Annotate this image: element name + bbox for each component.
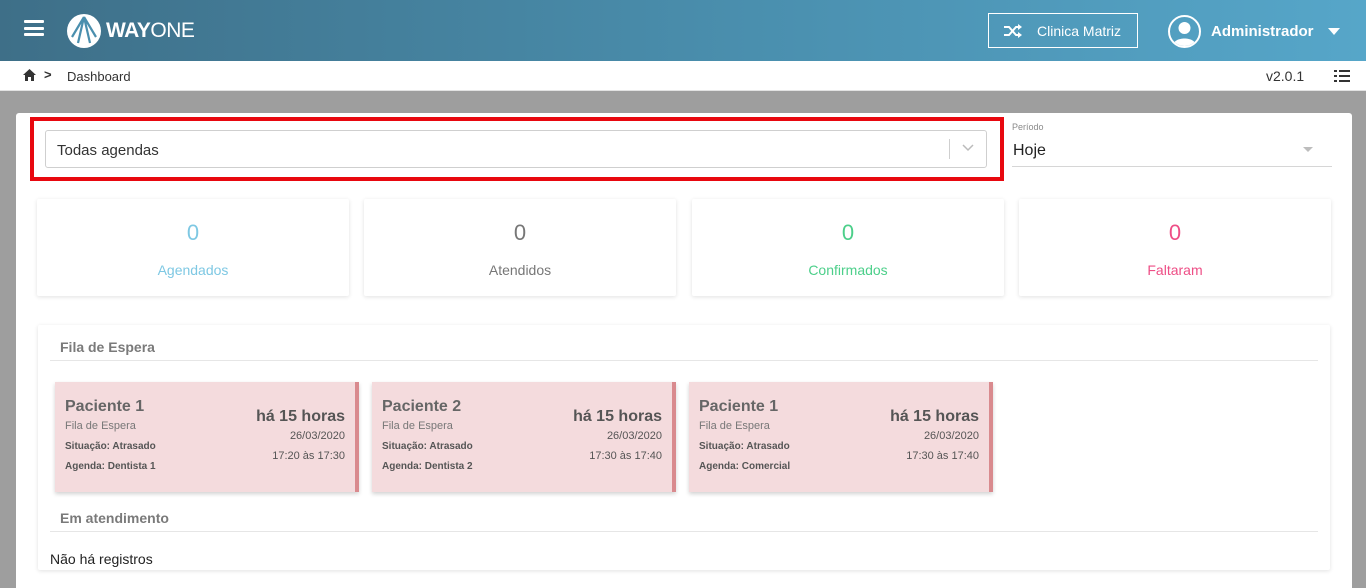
user-icon bbox=[1173, 21, 1196, 46]
stat-card-agendados[interactable]: 0 Agendados bbox=[37, 199, 349, 296]
card-status: Fila de Espera bbox=[699, 420, 770, 432]
top-bar: WAYONE Clinica Matriz Administrador bbox=[0, 0, 1366, 61]
card-date: 26/03/2020 bbox=[606, 430, 662, 442]
card-situacao: Situação: Atrasado bbox=[382, 441, 473, 452]
breadcrumb-current: Dashboard bbox=[67, 69, 131, 84]
chevron-down-icon[interactable] bbox=[1327, 27, 1340, 35]
patient-name: Paciente 1 bbox=[65, 398, 145, 415]
agenda-select-value: Todas agendas bbox=[57, 142, 159, 159]
card-elapsed: há 15 horas bbox=[256, 408, 345, 425]
stat-label: Confirmados bbox=[808, 262, 888, 278]
card-date: 26/03/2020 bbox=[289, 430, 345, 442]
periodo-select[interactable]: Período Hoje bbox=[1012, 122, 1332, 167]
breadcrumb-separator: > bbox=[44, 67, 52, 82]
list-icon[interactable] bbox=[1334, 70, 1350, 82]
queue-card[interactable]: Paciente 1 Fila de Espera Situação: Atra… bbox=[55, 382, 359, 492]
periodo-value: Hoje bbox=[1013, 142, 1046, 159]
in-service-title: Em atendimento bbox=[60, 510, 169, 526]
divider bbox=[50, 531, 1318, 532]
periodo-label: Período bbox=[1012, 122, 1044, 132]
card-time: 17:20 às 17:30 bbox=[272, 450, 345, 462]
stat-card-faltaram[interactable]: 0 Faltaram bbox=[1019, 199, 1331, 296]
stat-label: Faltaram bbox=[1147, 262, 1203, 278]
card-date: 26/03/2020 bbox=[923, 430, 979, 442]
stat-card-atendidos[interactable]: 0 Atendidos bbox=[364, 199, 676, 296]
stat-value: 0 bbox=[841, 220, 855, 245]
clinic-button-label: Clinica Matriz bbox=[1037, 22, 1122, 39]
clinic-switch-button[interactable]: Clinica Matriz bbox=[988, 13, 1138, 48]
patient-name: Paciente 1 bbox=[699, 398, 779, 415]
card-agenda: Agenda: Comercial bbox=[699, 461, 791, 472]
divider bbox=[50, 360, 1318, 361]
agenda-select[interactable]: Todas agendas bbox=[45, 130, 987, 168]
card-time: 17:30 às 17:40 bbox=[589, 450, 662, 462]
logo-text: WAYONE bbox=[106, 19, 195, 42]
queue-card[interactable]: Paciente 2 Fila de Espera Situação: Atra… bbox=[372, 382, 676, 492]
stat-value: 0 bbox=[1168, 220, 1182, 245]
queue-title: Fila de Espera bbox=[60, 339, 155, 355]
stat-value: 0 bbox=[186, 220, 200, 245]
card-situacao: Situação: Atrasado bbox=[65, 441, 156, 452]
version-label: v2.0.1 bbox=[1266, 68, 1305, 84]
stat-value: 0 bbox=[513, 220, 527, 245]
breadcrumb: > Dashboard v2.0.1 bbox=[0, 61, 1366, 91]
card-situacao: Situação: Atrasado bbox=[699, 441, 790, 452]
card-status: Fila de Espera bbox=[382, 420, 453, 432]
card-status: Fila de Espera bbox=[65, 420, 136, 432]
home-icon[interactable] bbox=[23, 69, 36, 81]
card-time: 17:30 às 17:40 bbox=[906, 450, 979, 462]
stat-label: Agendados bbox=[157, 262, 229, 278]
caret-down-icon bbox=[1303, 147, 1313, 152]
empty-message: Não há registros bbox=[50, 551, 153, 567]
card-elapsed: há 15 horas bbox=[573, 408, 662, 425]
card-agenda: Agenda: Dentista 2 bbox=[382, 461, 473, 472]
logo[interactable]: WAYONE bbox=[66, 13, 195, 49]
stat-card-confirmados[interactable]: 0 Confirmados bbox=[692, 199, 1004, 296]
user-name: Administrador bbox=[1211, 22, 1314, 40]
chevron-down-icon[interactable] bbox=[962, 144, 974, 152]
wayone-logo-icon bbox=[67, 14, 101, 48]
card-elapsed: há 15 horas bbox=[890, 408, 979, 425]
select-divider bbox=[949, 139, 950, 159]
card-agenda: Agenda: Dentista 1 bbox=[65, 461, 156, 472]
queue-card[interactable]: Paciente 1 Fila de Espera Situação: Atra… bbox=[689, 382, 993, 492]
avatar bbox=[1168, 14, 1201, 48]
menu-icon[interactable] bbox=[24, 20, 44, 36]
patient-name: Paciente 2 bbox=[382, 398, 462, 415]
shuffle-icon bbox=[1004, 23, 1022, 38]
user-menu[interactable]: Administrador bbox=[1168, 14, 1340, 48]
stat-label: Atendidos bbox=[488, 262, 552, 278]
